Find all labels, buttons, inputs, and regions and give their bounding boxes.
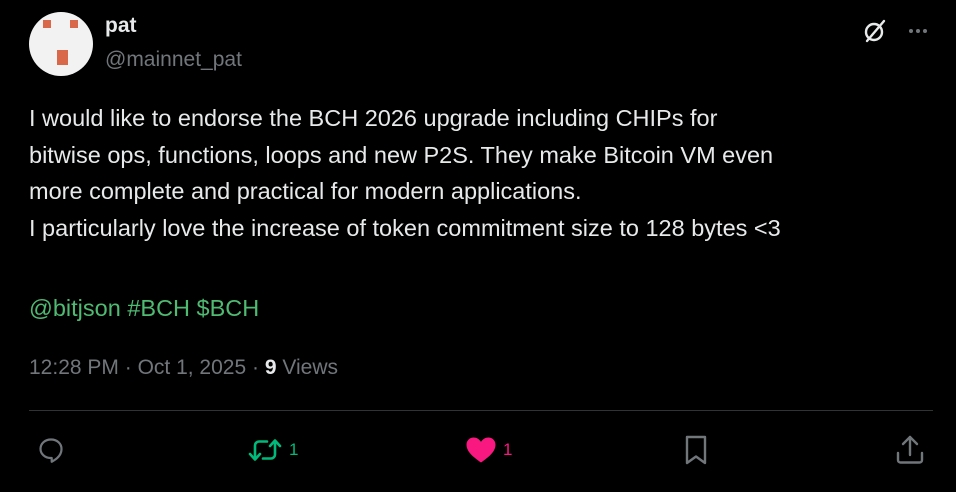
bookmark-icon bbox=[685, 435, 707, 465]
mention-link[interactable]: @bitjson bbox=[29, 295, 121, 321]
like-button[interactable]: 1 bbox=[465, 432, 512, 468]
grok-slash-icon[interactable] bbox=[860, 16, 890, 46]
hashtag-link[interactable]: #BCH bbox=[127, 295, 190, 321]
more-dots-icon[interactable] bbox=[903, 16, 933, 46]
divider bbox=[29, 410, 933, 411]
reply-button[interactable] bbox=[36, 432, 66, 468]
share-button[interactable] bbox=[894, 432, 926, 468]
meta-separator: · bbox=[124, 356, 132, 379]
views-label: Views bbox=[282, 356, 339, 379]
repost-arrows-icon bbox=[248, 439, 282, 461]
repost-count: 1 bbox=[289, 440, 299, 459]
reply-bubble-icon bbox=[39, 438, 63, 463]
meta-separator: · bbox=[252, 356, 259, 379]
avatar-mouth bbox=[57, 50, 68, 65]
avatar-left-eye bbox=[43, 20, 51, 28]
tweet-card: pat @mainnet_pat I would like to endorse… bbox=[0, 0, 956, 492]
tweet-tags: @bitjson #BCH $BCH bbox=[29, 290, 259, 326]
avatar-right-eye bbox=[70, 20, 78, 28]
heart-filled-icon bbox=[466, 437, 496, 463]
repost-button[interactable]: 1 bbox=[247, 432, 298, 468]
bookmark-button[interactable] bbox=[682, 432, 710, 468]
like-count: 1 bbox=[503, 440, 513, 459]
tweet-text: I would like to endorse the BCH 2026 upg… bbox=[29, 105, 781, 241]
tweet-time[interactable]: 12:28 PM bbox=[29, 356, 119, 379]
tweet-date[interactable]: Oct 1, 2025 bbox=[138, 356, 247, 379]
views-count: 9 bbox=[264, 356, 277, 379]
author-handle[interactable]: @mainnet_pat bbox=[105, 48, 242, 72]
cashtag-link[interactable]: $BCH bbox=[197, 295, 260, 321]
author-name[interactable]: pat bbox=[105, 14, 137, 38]
avatar[interactable] bbox=[29, 12, 93, 76]
tweet-meta: 12:28 PM · Oct 1, 2025 · 9 Views bbox=[29, 356, 338, 380]
share-upload-icon bbox=[896, 435, 924, 464]
